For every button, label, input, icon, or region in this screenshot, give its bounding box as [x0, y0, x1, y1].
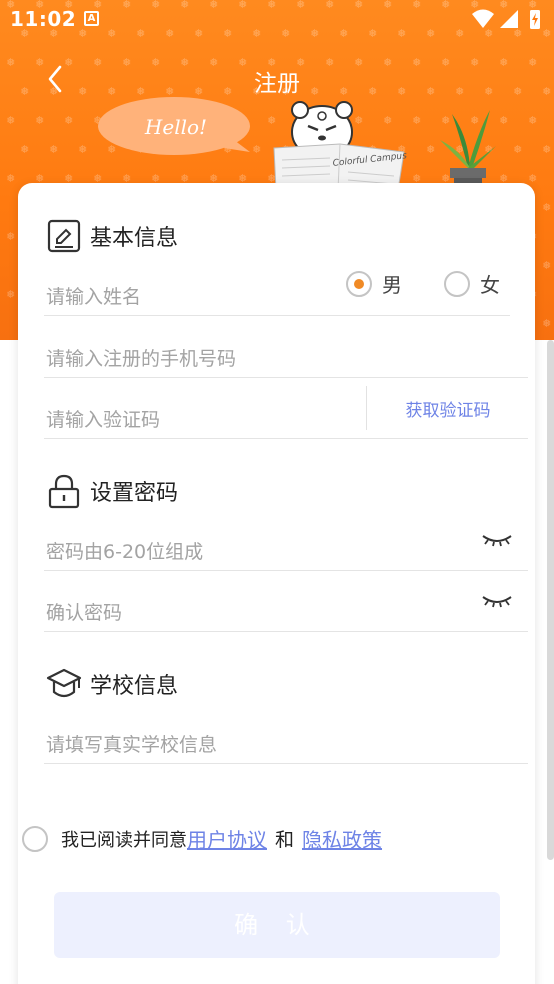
graduation-cap-icon [46, 668, 82, 698]
snowflake-decoration: ❅ [6, 288, 15, 301]
confirm-password-placeholder: 确认密码 [46, 602, 123, 624]
bear-reading-illustration: Colorful Campus [273, 101, 408, 190]
status-bar: 11:02 A [0, 0, 554, 38]
snowflake-decoration: ❅ [542, 259, 551, 272]
gender-female-label: 女 [480, 273, 500, 297]
agreement-checkbox[interactable] [22, 825, 48, 852]
snowflake-decoration: ❅ [49, 143, 58, 156]
basic-info-title: 基本信息 [90, 226, 179, 251]
wifi-icon [472, 9, 494, 28]
gender-radio-group: 男 女 [346, 269, 500, 298]
snowflake-decoration: ❅ [499, 114, 508, 127]
snowflake-decoration: ❅ [78, 143, 87, 156]
name-placeholder: 请输入姓名 [46, 286, 142, 308]
agreement-prefix: 我已阅读并同意 [61, 829, 187, 851]
confirm-password-input[interactable]: 确认密码 [44, 586, 528, 632]
cellular-icon [500, 10, 518, 28]
radio-circle-unchecked [444, 270, 470, 297]
user-agreement-link[interactable]: 用户协议 [187, 824, 267, 853]
snowflake-decoration: ❅ [6, 172, 15, 185]
status-time: 11:02 [10, 7, 77, 31]
hello-bubble-illustration: Hello! [98, 97, 250, 155]
code-placeholder: 请输入验证码 [46, 409, 161, 431]
code-divider [366, 386, 367, 430]
password-input[interactable]: 密码由6-20位组成 [44, 525, 528, 571]
password-section-header: 设置密码 [46, 471, 178, 511]
agreement-row: 我已阅读并同意 用户协议 和 隐私政策 [22, 824, 382, 853]
status-icons [472, 9, 540, 29]
radio-circle-checked [346, 270, 372, 297]
school-section-header: 学校信息 [46, 664, 178, 704]
eye-closed-icon[interactable] [480, 531, 514, 549]
potted-plant-illustration [440, 110, 496, 186]
privacy-policy-link[interactable]: 隐私政策 [302, 824, 382, 853]
page-title: 注册 [254, 71, 300, 97]
snowflake-decoration: ❅ [513, 143, 522, 156]
snowflake-decoration: ❅ [542, 143, 551, 156]
confirm-button[interactable]: 确 认 [54, 892, 500, 958]
lock-icon [48, 474, 80, 509]
basic-info-section-header: 基本信息 [46, 216, 178, 256]
snowflake-decoration: ❅ [6, 114, 15, 127]
phone-input[interactable]: 请输入注册的手机号码 [44, 332, 528, 378]
scrollbar[interactable] [547, 340, 554, 860]
snowflake-decoration: ❅ [542, 201, 551, 214]
app-notification-icon: A [84, 11, 99, 26]
edit-document-icon [47, 219, 81, 253]
snowflake-decoration: ❅ [528, 172, 537, 185]
get-code-button[interactable]: 获取验证码 [368, 396, 528, 421]
snowflake-decoration: ❅ [64, 114, 73, 127]
school-title: 学校信息 [90, 674, 179, 699]
snowflake-decoration: ❅ [6, 230, 15, 243]
radio-dot [354, 278, 364, 289]
gender-male-radio[interactable]: 男 [346, 269, 402, 298]
gender-female-radio[interactable]: 女 [444, 269, 500, 298]
phone-placeholder: 请输入注册的手机号码 [46, 348, 237, 370]
password-title: 设置密码 [90, 481, 179, 506]
password-placeholder: 密码由6-20位组成 [46, 541, 204, 563]
gender-male-label: 男 [382, 273, 402, 297]
snowflake-decoration: ❅ [528, 114, 537, 127]
snowflake-decoration: ❅ [35, 114, 44, 127]
eye-closed-icon[interactable] [480, 592, 514, 610]
snowflake-decoration: ❅ [412, 114, 421, 127]
snowflake-decoration: ❅ [542, 317, 551, 330]
snowflake-decoration: ❅ [20, 143, 29, 156]
agreement-and: 和 [275, 829, 295, 851]
school-placeholder: 请填写真实学校信息 [46, 734, 218, 756]
snowflake-decoration: ❅ [426, 143, 435, 156]
register-form-card: 基本信息 请输入姓名 男 女 请输入注册的手机号码 请输入验证码 获取验证码 设… [18, 183, 535, 984]
school-input[interactable]: 请填写真实学校信息 [44, 718, 528, 764]
hello-text: Hello! [144, 115, 207, 139]
